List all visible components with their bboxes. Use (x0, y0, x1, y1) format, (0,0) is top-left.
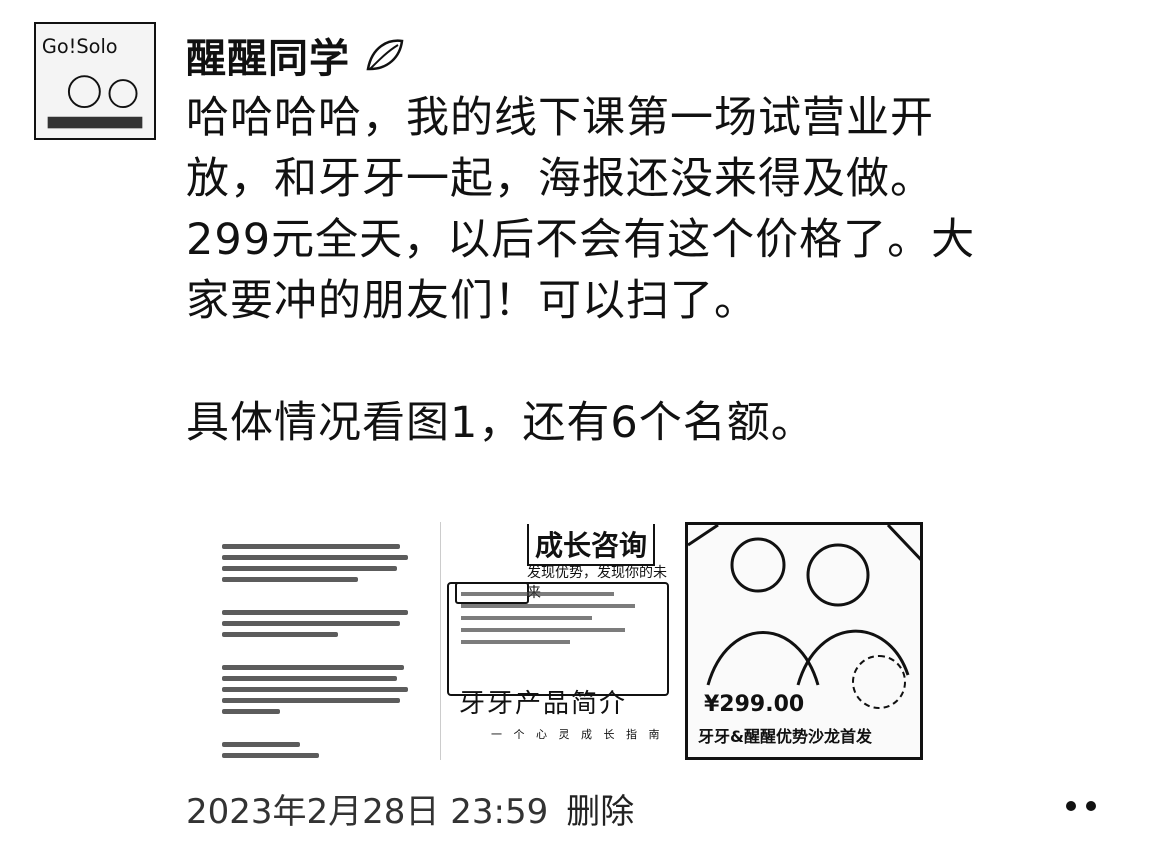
image2-title: 成长咨询 (527, 524, 656, 566)
qr-code-icon (852, 655, 906, 709)
post-footer: 2023年2月28日 23:59 删除 (186, 784, 634, 833)
delete-link[interactable]: 删除 (566, 784, 634, 833)
image2-card (447, 582, 669, 696)
post-image-3[interactable]: ¥299.00 牙牙&醒醒优势沙龙首发 (685, 522, 923, 760)
post-content: 哈哈哈哈，我的线下课第一场试营业开 放，和牙牙一起，海报还没来得及做。 299元… (186, 93, 976, 448)
more-dot (1086, 801, 1096, 811)
more-icon[interactable] (1060, 795, 1102, 817)
image2-product-subtitle: 一 个 心 灵 成 长 指 南 (491, 728, 664, 741)
image2-product-title: 牙牙产品简介 (459, 689, 628, 719)
author-name[interactable]: 醒醒同学 (186, 26, 350, 84)
post-image-1[interactable] (186, 522, 434, 760)
timestamp: 2023年2月28日 23:59 (186, 792, 549, 832)
image3-caption: 牙牙&醒醒优势沙龙首发 (698, 727, 872, 746)
image3-price: ¥299.00 (704, 692, 805, 717)
avatar-text: Go!Solo (42, 35, 118, 58)
avatar-image: Go!Solo (36, 24, 154, 138)
image-grid: 成长咨询 发现优势，发现你的未来 牙牙产品简介 一 个 心 灵 成 长 指 南 … (186, 522, 923, 760)
author-row: 醒醒同学 (186, 26, 406, 84)
post-image-2[interactable]: 成长咨询 发现优势，发现你的未来 牙牙产品简介 一 个 心 灵 成 长 指 南 (440, 522, 679, 760)
leaf-icon (366, 39, 404, 71)
avatar[interactable]: Go!Solo (34, 22, 156, 140)
more-dot (1066, 801, 1076, 811)
